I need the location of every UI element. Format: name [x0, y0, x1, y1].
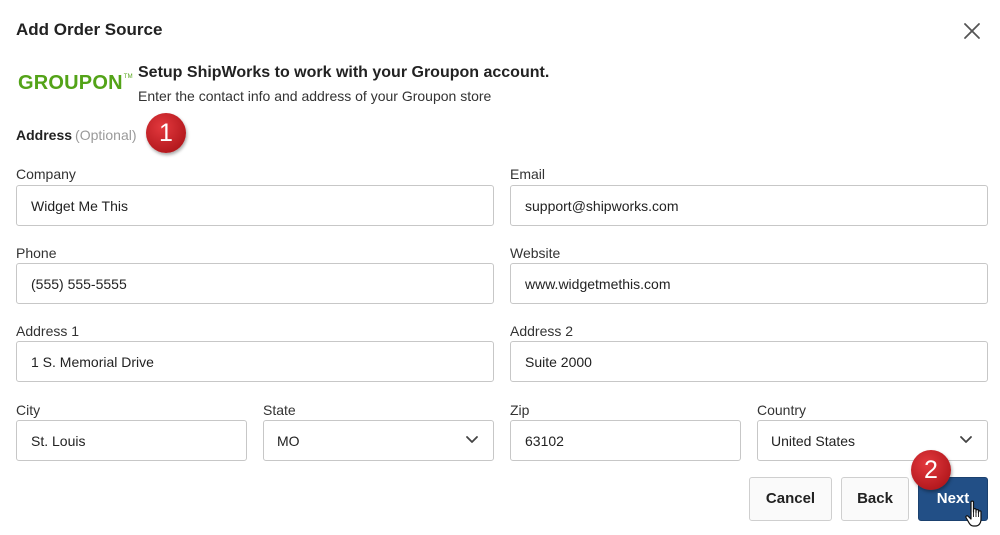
- address1-label: Address 1: [16, 323, 80, 339]
- state-label: State: [263, 402, 296, 418]
- logo-trademark: TM: [123, 74, 133, 80]
- country-label: Country: [757, 402, 807, 418]
- add-order-source-dialog: Add Order Source GROUPONTM Setup ShipWor…: [0, 0, 1000, 535]
- address-section-title: Address (Optional): [16, 127, 137, 143]
- section-label: Address: [16, 127, 73, 143]
- phone-field[interactable]: [16, 263, 494, 304]
- address2-label: Address 2: [510, 323, 574, 339]
- email-field[interactable]: [510, 185, 988, 226]
- website-label: Website: [510, 245, 561, 261]
- email-label: Email: [510, 166, 546, 182]
- back-button[interactable]: Back: [841, 477, 909, 521]
- cancel-button[interactable]: Cancel: [749, 477, 832, 521]
- chevron-down-icon: [466, 436, 478, 443]
- section-optional-hint: (Optional): [75, 127, 137, 143]
- setup-subheading: Enter the contact info and address of yo…: [138, 88, 492, 104]
- phone-label: Phone: [16, 245, 57, 261]
- setup-heading: Setup ShipWorks to work with your Groupo…: [138, 64, 550, 81]
- address1-field[interactable]: [16, 341, 494, 382]
- chevron-down-icon: [960, 436, 972, 443]
- step-badge-2: 2: [911, 450, 951, 490]
- country-value: United States: [771, 433, 856, 449]
- logo-text: GROUPON: [18, 72, 123, 94]
- city-label: City: [16, 402, 41, 418]
- close-button[interactable]: [960, 19, 984, 43]
- state-value: MO: [277, 433, 300, 449]
- dialog-title: Add Order Source: [16, 20, 163, 39]
- close-icon: [964, 23, 980, 39]
- zip-field[interactable]: [510, 420, 741, 461]
- company-field[interactable]: [16, 185, 494, 226]
- city-field[interactable]: [16, 420, 247, 461]
- hand-pointer-icon: [965, 500, 982, 527]
- groupon-logo: GROUPONTM: [18, 72, 133, 95]
- company-label: Company: [16, 166, 76, 182]
- zip-label: Zip: [510, 402, 530, 418]
- address2-field[interactable]: [510, 341, 988, 382]
- country-select[interactable]: United States: [757, 420, 988, 461]
- step-badge-1: 1: [146, 113, 186, 153]
- website-field[interactable]: [510, 263, 988, 304]
- state-select[interactable]: MO: [263, 420, 494, 461]
